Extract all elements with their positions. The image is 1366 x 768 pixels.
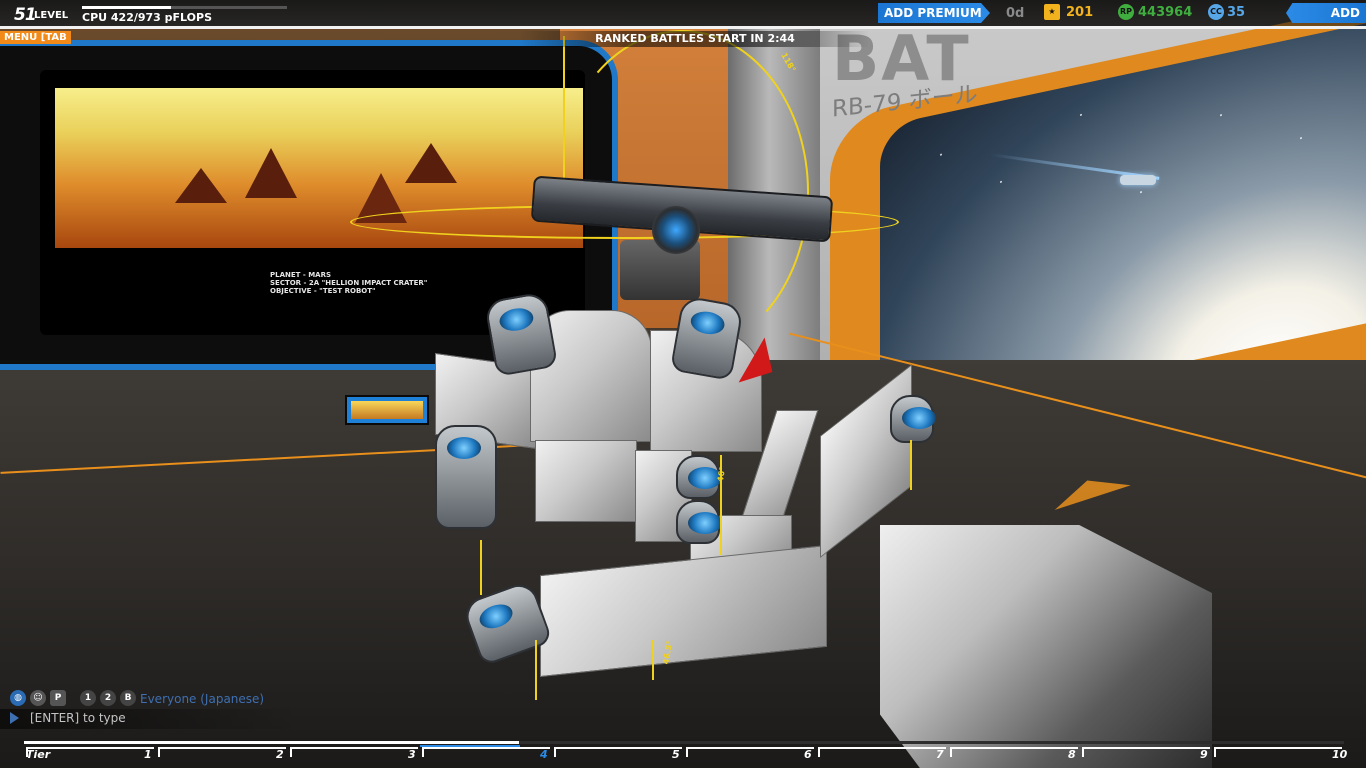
cc-coin-icon: CC — [1208, 4, 1224, 20]
accessibility-icon[interactable]: ☺ — [30, 690, 46, 706]
thrust-indicator — [535, 640, 537, 700]
tier-segment — [422, 747, 550, 757]
player-level: 51 — [14, 5, 37, 25]
thruster-icon — [676, 455, 722, 499]
ranked-battles-banner: RANKED BATTLES START IN 2:44 — [520, 31, 870, 47]
spaceship-icon — [1120, 175, 1156, 185]
tier-number: 9 — [1200, 748, 1208, 761]
tier-number: 4 — [540, 748, 548, 761]
chat-channel-label[interactable]: Everyone (Japanese) — [140, 692, 264, 706]
tier-number: 2 — [276, 748, 284, 761]
weapon-ring-icon — [652, 206, 700, 254]
tier-segment — [818, 747, 946, 757]
party-p-icon[interactable]: P — [50, 690, 66, 706]
thrust-indicator — [480, 540, 482, 595]
premium-days: 0d — [1006, 6, 1025, 21]
tier-number: 3 — [408, 748, 416, 761]
small-monitor-screen — [351, 401, 423, 419]
mission-sector: SECTOR - 2A "HELLION IMPACT CRATER" — [270, 279, 428, 287]
level-label: LEVEL — [34, 10, 69, 21]
tier-number: 5 — [672, 748, 680, 761]
cpu-readout: CPU 422/973 pFLOPS — [82, 11, 213, 24]
player-2-icon[interactable]: 2 — [100, 690, 116, 706]
tier-segment — [158, 747, 286, 757]
thruster-icon — [669, 295, 745, 381]
tier-number: 6 — [804, 748, 812, 761]
hud-divider — [0, 26, 1366, 29]
add-premium-button[interactable]: ADD PREMIUM — [878, 3, 990, 23]
small-monitor — [345, 395, 429, 425]
robot-cube — [535, 440, 637, 522]
thruster-icon — [890, 395, 936, 443]
hangar-scene: BAT RB-79 ボール PLANET - MARS SECTOR - 2A … — [0, 0, 1366, 768]
robits-count: 443964 — [1138, 5, 1193, 20]
globe-icon[interactable]: ◍ — [10, 690, 26, 706]
thrust-indicator — [910, 440, 912, 490]
thruster-icon — [435, 425, 497, 529]
tier-segment — [26, 747, 154, 757]
tier-segment — [290, 747, 418, 757]
player-b-icon[interactable]: B — [120, 690, 136, 706]
chat-arrow-icon — [10, 712, 19, 724]
tier-segment — [554, 747, 682, 757]
tier-segment — [1214, 747, 1342, 757]
tier-progress-fill — [24, 741, 519, 744]
player-1-icon[interactable]: 1 — [80, 690, 96, 706]
thrust-indicator — [652, 640, 654, 680]
tier-number: 10 — [1332, 748, 1348, 761]
mission-planet: PLANET - MARS — [270, 271, 332, 279]
rp-coin-icon: RP — [1118, 4, 1134, 20]
mission-objective: OBJECTIVE - "TEST ROBOT" — [270, 287, 376, 295]
tier-number: 8 — [1068, 748, 1076, 761]
tier-number: 7 — [936, 748, 944, 761]
mission-briefing: PLANET - MARS SECTOR - 2A "HELLION IMPAC… — [270, 271, 427, 295]
thruster-icon — [676, 500, 722, 544]
tier-number: 1 — [144, 748, 152, 761]
menu-tab-button[interactable]: MENU [TAB — [0, 31, 71, 44]
cosmetic-credits-count: 35 — [1227, 5, 1246, 20]
add-funds-button[interactable]: ADD FUNDS — [1286, 3, 1366, 23]
star-icon: ★ — [1044, 4, 1060, 20]
robot-weapon[interactable] — [530, 175, 834, 254]
stars-count: 201 — [1066, 5, 1094, 20]
tier-segment — [950, 747, 1078, 757]
tier-segment — [1082, 747, 1210, 757]
chat-hint: [ENTER] to type — [30, 711, 126, 725]
tier-segment — [686, 747, 814, 757]
cpu-bar-fill — [82, 6, 171, 9]
